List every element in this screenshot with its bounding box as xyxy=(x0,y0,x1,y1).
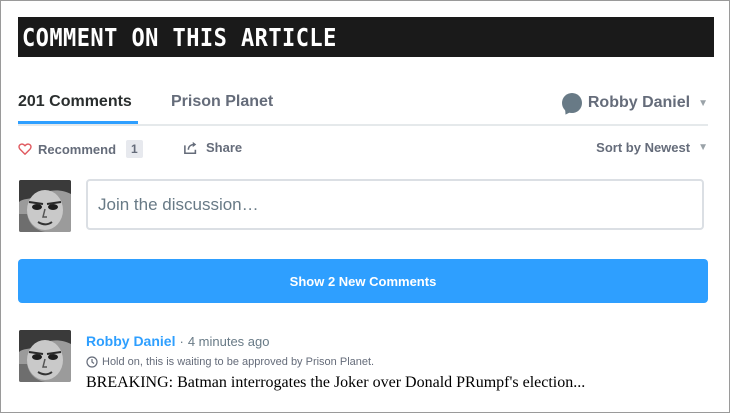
comment-timestamp[interactable]: 4 minutes ago xyxy=(188,334,270,349)
share-button[interactable]: Share xyxy=(183,140,242,155)
recommend-button[interactable]: Recommend 1 xyxy=(18,140,143,158)
heart-outline-icon xyxy=(18,143,32,155)
user-avatar-image xyxy=(19,330,71,382)
nav-divider xyxy=(18,124,708,126)
comment-author-link[interactable]: Robby Daniel xyxy=(86,333,175,349)
chevron-down-icon: ▼ xyxy=(698,142,708,153)
comment-separator: · xyxy=(179,333,184,349)
pending-approval-notice: Hold on, this is waiting to be approved … xyxy=(86,356,374,368)
active-tab-indicator xyxy=(18,121,138,124)
recommend-label: Recommend xyxy=(38,141,117,157)
chevron-down-icon: ▼ xyxy=(698,97,708,109)
clock-icon xyxy=(86,356,98,368)
comments-nav: 201 Comments Prison Planet Robby Daniel … xyxy=(18,86,708,126)
tab-community[interactable]: Prison Planet xyxy=(171,93,273,111)
action-bar: Recommend 1 Share Sort by Newest ▼ xyxy=(18,140,708,162)
speech-bubble-icon xyxy=(561,93,582,113)
comment-body: BREAKING: Batman interrogates the Joker … xyxy=(86,374,586,391)
sort-label: Sort by Newest xyxy=(596,140,691,155)
share-icon xyxy=(184,141,197,154)
share-label: Share xyxy=(206,140,243,155)
recommend-count: 1 xyxy=(126,140,143,158)
show-new-comments-button[interactable]: Show 2 New Comments xyxy=(18,259,708,303)
section-title: COMMENT ON THIS ARTICLE xyxy=(22,23,337,52)
user-name: Robby Daniel xyxy=(587,94,691,111)
tab-comments[interactable]: 201 Comments xyxy=(18,93,132,111)
avatar[interactable] xyxy=(19,180,71,232)
sort-dropdown[interactable]: Sort by Newest ▼ xyxy=(596,140,708,155)
join-discussion-input[interactable] xyxy=(86,179,704,230)
user-avatar-image xyxy=(19,180,71,232)
section-title-bar: COMMENT ON THIS ARTICLE xyxy=(18,17,714,57)
pending-text: Hold on, this is waiting to be approved … xyxy=(102,356,375,368)
comment-header: Robby Daniel · 4 minutes ago xyxy=(86,333,269,349)
avatar[interactable] xyxy=(19,330,71,382)
user-menu[interactable]: Robby Daniel ▼ xyxy=(561,91,708,115)
